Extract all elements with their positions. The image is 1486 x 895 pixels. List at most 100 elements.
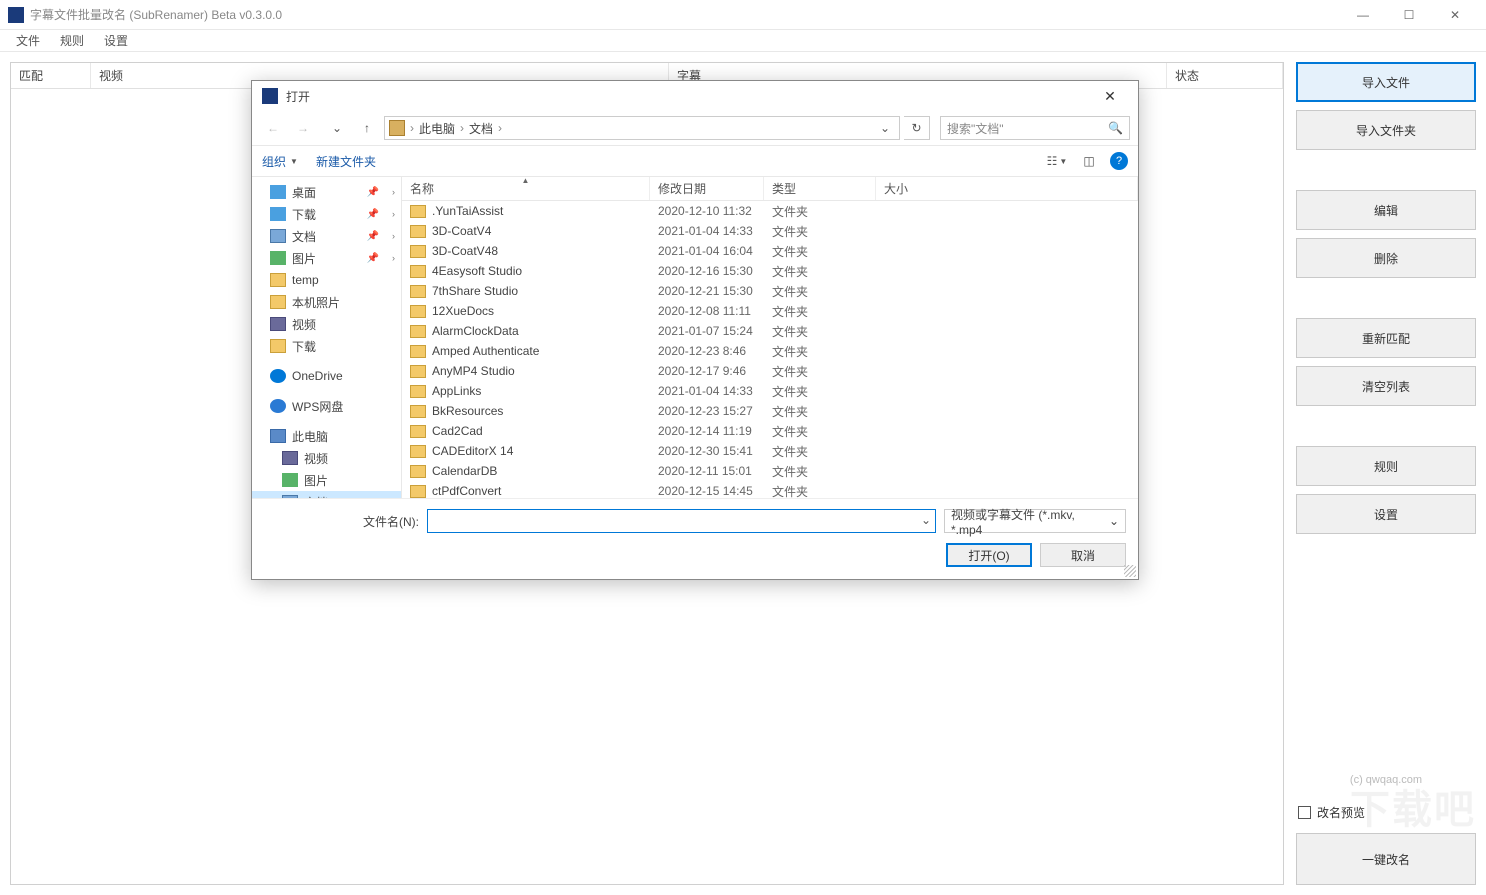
- search-input[interactable]: 搜索"文档" 🔍: [940, 116, 1130, 140]
- chevron-down-icon[interactable]: ⌄: [324, 115, 350, 141]
- search-placeholder: 搜索"文档": [947, 120, 1004, 137]
- tree-item[interactable]: WPS网盘: [252, 395, 401, 417]
- menu-rules[interactable]: 规则: [50, 30, 94, 51]
- list-item[interactable]: AlarmClockData2021-01-07 15:24文件夹: [402, 321, 1138, 341]
- col-status[interactable]: 状态: [1167, 63, 1283, 88]
- tree-item[interactable]: 桌面📌›: [252, 181, 401, 203]
- list-item[interactable]: ctPdfConvert2020-12-15 14:45文件夹: [402, 481, 1138, 498]
- filename-label: 文件名(N):: [264, 513, 419, 530]
- tree-item[interactable]: 视频: [252, 313, 401, 335]
- crumb-pc[interactable]: 此电脑: [419, 120, 455, 137]
- clear-list-button[interactable]: 清空列表: [1296, 366, 1476, 406]
- tree-item[interactable]: 文档📌›: [252, 225, 401, 247]
- col-size[interactable]: 大小: [876, 177, 1138, 200]
- organize-button[interactable]: 组织▼: [262, 153, 298, 170]
- tree-item[interactable]: 文档: [252, 491, 401, 498]
- pin-icon: 📌: [367, 187, 379, 198]
- import-file-button[interactable]: 导入文件: [1296, 62, 1476, 102]
- file-type: 文件夹: [764, 423, 876, 440]
- pic-icon: [270, 251, 286, 265]
- rules-button[interactable]: 规则: [1296, 446, 1476, 486]
- breadcrumb[interactable]: › 此电脑 › 文档 › ⌄: [384, 116, 900, 140]
- nav-up-button[interactable]: ↑: [354, 115, 380, 141]
- file-date: 2020-12-10 11:32: [650, 204, 764, 218]
- dialog-close-button[interactable]: ✕: [1092, 82, 1128, 110]
- menu-file[interactable]: 文件: [6, 30, 50, 51]
- list-item[interactable]: 3D-CoatV42021-01-04 14:33文件夹: [402, 221, 1138, 241]
- preview-checkbox-row[interactable]: 改名预览: [1296, 800, 1476, 825]
- preview-checkbox[interactable]: [1298, 806, 1311, 819]
- crumb-dropdown[interactable]: ⌄: [875, 121, 895, 135]
- new-folder-button[interactable]: 新建文件夹: [316, 153, 376, 170]
- list-item[interactable]: 7thShare Studio2020-12-21 15:30文件夹: [402, 281, 1138, 301]
- chevron-right-icon: ›: [407, 121, 417, 135]
- dialog-icon: [262, 88, 278, 104]
- folder-icon: [270, 273, 286, 287]
- file-date: 2020-12-16 15:30: [650, 264, 764, 278]
- folder-icon: [410, 425, 426, 438]
- preview-pane-button[interactable]: ◫: [1078, 151, 1100, 171]
- close-button[interactable]: ✕: [1432, 0, 1478, 30]
- folder-icon: [410, 385, 426, 398]
- col-match[interactable]: 匹配: [11, 63, 91, 88]
- file-type: 文件夹: [764, 323, 876, 340]
- minimize-button[interactable]: —: [1340, 0, 1386, 30]
- resize-grip[interactable]: [1124, 565, 1136, 577]
- tree-item[interactable]: 图片📌›: [252, 247, 401, 269]
- file-list-rows[interactable]: .YunTaiAssist2020-12-10 11:32文件夹3D-CoatV…: [402, 201, 1138, 498]
- nav-refresh-button[interactable]: ↻: [904, 116, 930, 140]
- list-item[interactable]: .YunTaiAssist2020-12-10 11:32文件夹: [402, 201, 1138, 221]
- list-item[interactable]: 12XueDocs2020-12-08 11:11文件夹: [402, 301, 1138, 321]
- vid-icon: [282, 451, 298, 465]
- delete-button[interactable]: 删除: [1296, 238, 1476, 278]
- app-icon: [8, 7, 24, 23]
- tree-item[interactable]: 本机照片: [252, 291, 401, 313]
- col-date[interactable]: 修改日期: [650, 177, 764, 200]
- dialog-nav: ← → ⌄ ↑ › 此电脑 › 文档 › ⌄ ↻ 搜索"文档" 🔍: [252, 111, 1138, 145]
- list-item[interactable]: Amped Authenticate2020-12-23 8:46文件夹: [402, 341, 1138, 361]
- col-name[interactable]: 名称▲: [402, 177, 650, 200]
- tree-item[interactable]: temp: [252, 269, 401, 291]
- list-item[interactable]: BkResources2020-12-23 15:27文件夹: [402, 401, 1138, 421]
- chevron-right-icon: ›: [392, 187, 395, 197]
- cancel-button[interactable]: 取消: [1040, 543, 1126, 567]
- list-item[interactable]: AnyMP4 Studio2020-12-17 9:46文件夹: [402, 361, 1138, 381]
- menu-settings[interactable]: 设置: [94, 30, 138, 51]
- list-item[interactable]: 4Easysoft Studio2020-12-16 15:30文件夹: [402, 261, 1138, 281]
- tree-item[interactable]: 下载📌›: [252, 203, 401, 225]
- maximize-button[interactable]: ☐: [1386, 0, 1432, 30]
- rematch-button[interactable]: 重新匹配: [1296, 318, 1476, 358]
- folder-icon: [410, 245, 426, 258]
- tree-item-label: 图片: [292, 250, 316, 267]
- open-button[interactable]: 打开(O): [946, 543, 1032, 567]
- crumb-doc[interactable]: 文档: [469, 120, 493, 137]
- list-item[interactable]: CADEditorX 142020-12-30 15:41文件夹: [402, 441, 1138, 461]
- tree-item[interactable]: 视频: [252, 447, 401, 469]
- file-name: 3D-CoatV48: [432, 244, 498, 258]
- file-name: 12XueDocs: [432, 304, 494, 318]
- chevron-down-icon[interactable]: ⌄: [921, 513, 931, 527]
- help-button[interactable]: ?: [1110, 152, 1128, 170]
- settings-button[interactable]: 设置: [1296, 494, 1476, 534]
- tree-item[interactable]: 下载: [252, 335, 401, 357]
- file-filter-select[interactable]: 视频或字幕文件 (*.mkv, *.mp4⌄: [944, 509, 1126, 533]
- import-folder-button[interactable]: 导入文件夹: [1296, 110, 1476, 150]
- tree-item[interactable]: OneDrive: [252, 365, 401, 387]
- list-item[interactable]: CalendarDB2020-12-11 15:01文件夹: [402, 461, 1138, 481]
- view-mode-button[interactable]: ☷▼: [1046, 151, 1068, 171]
- file-date: 2020-12-23 8:46: [650, 344, 764, 358]
- list-item[interactable]: 3D-CoatV482021-01-04 16:04文件夹: [402, 241, 1138, 261]
- list-item[interactable]: AppLinks2021-01-04 14:33文件夹: [402, 381, 1138, 401]
- list-item[interactable]: Cad2Cad2020-12-14 11:19文件夹: [402, 421, 1138, 441]
- nav-forward-button[interactable]: →: [290, 115, 316, 141]
- run-rename-button[interactable]: 一键改名: [1296, 833, 1476, 885]
- nav-back-button[interactable]: ←: [260, 115, 286, 141]
- folder-tree[interactable]: 桌面📌›下载📌›文档📌›图片📌›temp本机照片视频下载OneDriveWPS网…: [252, 177, 402, 498]
- filename-input[interactable]: ⌄: [427, 509, 936, 533]
- tree-item[interactable]: 此电脑: [252, 425, 401, 447]
- file-type: 文件夹: [764, 203, 876, 220]
- edit-button[interactable]: 编辑: [1296, 190, 1476, 230]
- tree-item[interactable]: 图片: [252, 469, 401, 491]
- col-type[interactable]: 类型: [764, 177, 876, 200]
- file-date: 2020-12-17 9:46: [650, 364, 764, 378]
